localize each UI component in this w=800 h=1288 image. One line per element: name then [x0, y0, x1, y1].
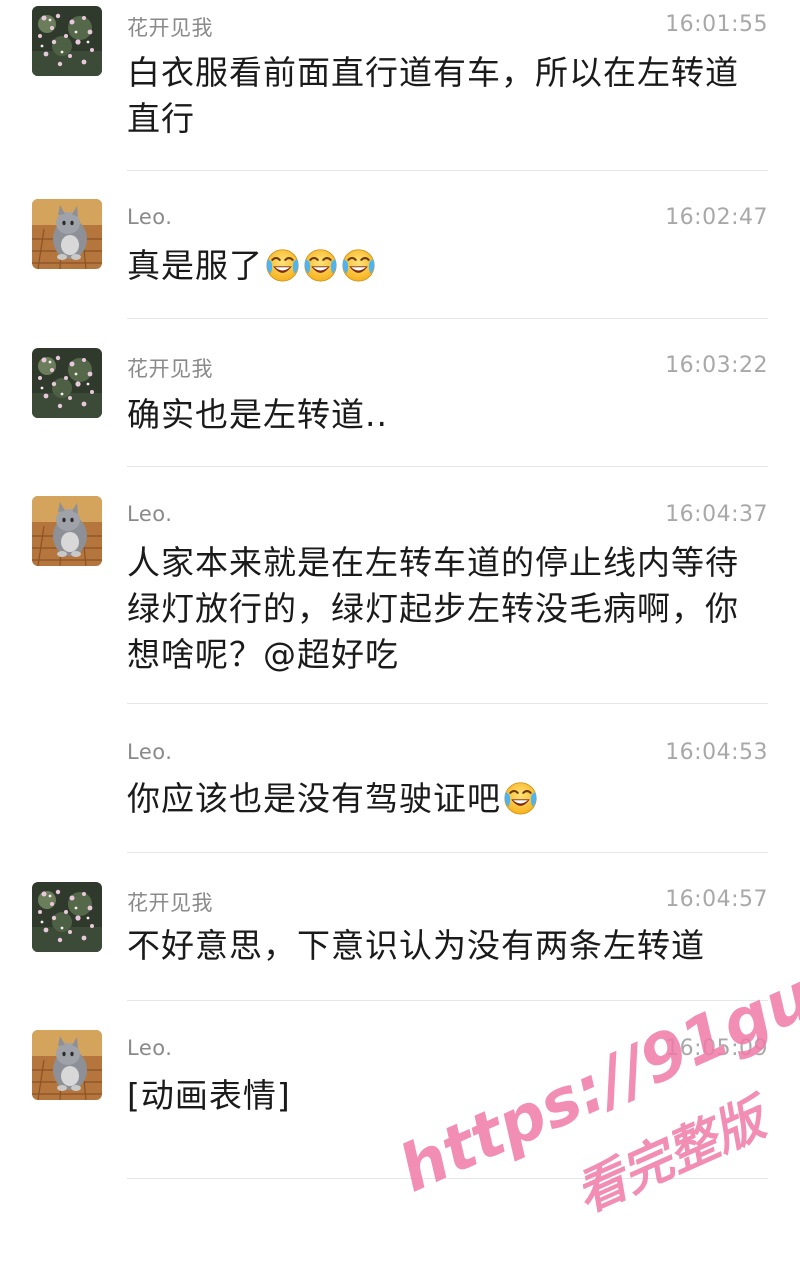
sender-name[interactable]: 花开见我: [127, 353, 213, 383]
flower-avatar[interactable]: [32, 882, 102, 952]
message-time: 16:04:37: [665, 502, 768, 527]
laughing-crying-emoji-icon: [264, 246, 301, 295]
message-text: 白衣服看前面直行道有车，所以在左转道直行: [127, 53, 739, 138]
message-time: 16:01:55: [665, 12, 768, 37]
sender-name[interactable]: Leo.: [127, 205, 172, 229]
laughing-crying-emoji-icon: [340, 246, 377, 295]
flower-avatar[interactable]: [32, 6, 102, 76]
message-text: 不好意思，下意识认为没有两条左转道: [127, 926, 705, 965]
laughing-crying-emoji-icon: [502, 779, 539, 828]
message-text: 真是服了: [127, 243, 757, 295]
message-text: 你应该也是没有驾驶证吧: [127, 776, 757, 828]
separator: [127, 1178, 768, 1179]
laughing-crying-emoji-icon: [302, 246, 339, 295]
cat-avatar[interactable]: [32, 1030, 102, 1100]
message-time: 16:04:53: [665, 740, 768, 765]
separator: [127, 170, 768, 171]
separator: [127, 703, 768, 704]
sender-name[interactable]: Leo.: [127, 502, 172, 526]
message-text-content: 真是服了: [127, 246, 263, 285]
message-text-content: 你应该也是没有驾驶证吧: [127, 779, 501, 818]
message-text: [动画表情]: [127, 1076, 291, 1115]
message-time: 16:05:09: [665, 1036, 768, 1061]
message-time: 16:03:22: [665, 353, 768, 378]
cat-avatar[interactable]: [32, 199, 102, 269]
message-time: 16:04:57: [665, 887, 768, 912]
separator: [127, 466, 768, 467]
flower-avatar[interactable]: [32, 348, 102, 418]
message-text: 确实也是左转道..: [127, 395, 388, 434]
message-time: 16:02:47: [665, 205, 768, 230]
sender-name[interactable]: 花开见我: [127, 12, 213, 42]
separator: [127, 1000, 768, 1001]
message-text: 人家本来就是在左转车道的停止线内等待绿灯放行的，绿灯起步左转没毛病啊，你想啥呢？…: [127, 543, 739, 674]
separator: [127, 318, 768, 319]
cat-avatar[interactable]: [32, 496, 102, 566]
sender-name[interactable]: 花开见我: [127, 887, 213, 917]
sender-name[interactable]: Leo.: [127, 1036, 172, 1060]
sender-name[interactable]: Leo.: [127, 740, 172, 764]
separator: [127, 852, 768, 853]
